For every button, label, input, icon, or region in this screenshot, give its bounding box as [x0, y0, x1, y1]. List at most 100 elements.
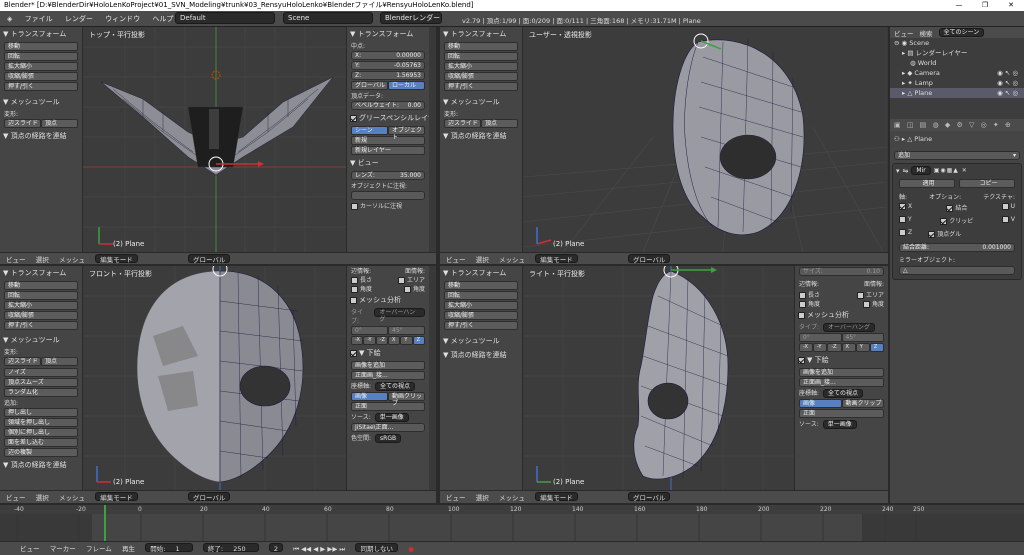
area-checkbox[interactable]: [397, 277, 405, 284]
mirror-axis-x[interactable]: X: [899, 203, 912, 212]
axis-y[interactable]: Y: [400, 336, 413, 345]
gp-new-button[interactable]: 新規: [351, 136, 425, 145]
bg-movie-toggle[interactable]: 動画クリップ: [388, 392, 425, 407]
maximize-button[interactable]: ❐: [972, 0, 998, 11]
outliner-row-renderlayers[interactable]: ▸ ▤ レンダーレイヤー: [890, 48, 1024, 58]
bg-axis-dropdown-2[interactable]: 全ての視点: [823, 389, 864, 398]
orientation-dropdown-4[interactable]: グローバル: [627, 492, 671, 502]
rotate-button[interactable]: 回転: [4, 52, 78, 61]
outliner-row-scene[interactable]: ⊖ ◉ Scene: [890, 38, 1024, 48]
header-view-menu-4[interactable]: ビュー: [446, 493, 466, 503]
end-frame-field[interactable]: 終了: 250: [202, 543, 259, 553]
outliner-search-menu[interactable]: 検索: [920, 28, 933, 38]
shrink-fatten-button-4[interactable]: 収縮/膨張: [444, 311, 518, 320]
bg-axis-dropdown[interactable]: 全ての視点: [375, 382, 416, 391]
angle-min-field[interactable]: 0°: [351, 326, 388, 335]
push-pull-button-3[interactable]: 押す/引く: [4, 321, 78, 330]
mesh-tools-title-4[interactable]: ▼ メッシュツール: [440, 334, 522, 348]
render-engine-dropdown[interactable]: Blenderレンダー: [380, 12, 442, 24]
mirror-axis-y-checkbox[interactable]: [899, 216, 906, 223]
slide-edge-button-3[interactable]: 辺スライド: [4, 357, 41, 366]
push-pull-button[interactable]: 押す/引く: [4, 82, 78, 91]
angle2-checkbox-2[interactable]: [862, 301, 870, 308]
shrink-fatten-button-2[interactable]: 収縮/膨張: [444, 72, 518, 81]
props-transform-title[interactable]: ▼ トランスフォーム: [347, 27, 429, 41]
rotate-button-2[interactable]: 回転: [444, 52, 518, 61]
viewport-top[interactable]: トップ・平行投影 (2) Plane: [83, 27, 346, 252]
gp-scene-toggle[interactable]: シーン: [351, 126, 388, 135]
mesh-analysis-title-2[interactable]: メッシュ分析: [795, 308, 888, 322]
mirror-vgroup-checkbox[interactable]: [928, 231, 936, 238]
mirror-v-checkbox[interactable]: [1001, 216, 1009, 223]
modifier-display-toggles[interactable]: ▣◉▦▲ ✕: [934, 167, 968, 174]
grease-pencil-checkbox[interactable]: [350, 114, 357, 122]
background-images-checkbox-2[interactable]: [798, 356, 805, 364]
noise-button[interactable]: ノイズ: [4, 368, 78, 377]
mirror-axis-z-checkbox[interactable]: [899, 229, 906, 236]
visibility-eye-icon[interactable]: ◉ ↖ ◎: [997, 68, 1018, 78]
header-view-menu-2[interactable]: ビュー: [446, 255, 466, 264]
properties-tabs[interactable]: ▣ ◫ ▤ ◍ ◆ ⚙ ▽ ◎ ✦ ⊕: [890, 119, 1024, 131]
sync-dropdown[interactable]: 同期しない: [355, 543, 398, 553]
move-button-3[interactable]: 移動: [4, 281, 78, 290]
mirror-axis-y[interactable]: Y: [899, 216, 912, 225]
mesh-tools-title-3[interactable]: ▼ メッシュツール: [0, 333, 82, 347]
outliner-display-dropdown[interactable]: 全てのシーン: [938, 28, 985, 37]
bg-movie-toggle-2[interactable]: 動画クリップ: [841, 399, 884, 408]
analysis-type-dropdown-2[interactable]: オーバーハング: [823, 323, 875, 332]
orientation-dropdown-3[interactable]: グローバル: [187, 492, 231, 502]
mesh-analysis-title[interactable]: メッシュ分析: [347, 293, 429, 307]
extrude-dropdown[interactable]: 押し出し: [4, 408, 78, 417]
outliner-row-plane[interactable]: ▸ △ Plane ◉ ↖ ◎: [890, 88, 1024, 98]
length-checkbox[interactable]: [351, 277, 358, 284]
add-image-button[interactable]: 画像を追加: [351, 361, 425, 370]
slide-vertex-button-3[interactable]: 頂点: [41, 357, 78, 366]
background-images-title-2[interactable]: ▼ 下絵: [795, 353, 888, 367]
shrink-fatten-button-3[interactable]: 収縮/膨張: [4, 311, 78, 320]
length-toggle[interactable]: 長さ: [351, 275, 372, 284]
vertex-path-title-4[interactable]: ▼ 頂点の経路を連結: [440, 348, 522, 362]
push-pull-button-4[interactable]: 押す/引く: [444, 321, 518, 330]
viewport-user[interactable]: ユーザー・透視投影 (2) Plane: [523, 27, 887, 252]
transform-panel-title-3[interactable]: ▼ トランスフォーム: [0, 266, 82, 280]
scale-button-3[interactable]: 拡大縮小: [4, 301, 78, 310]
shrink-fatten-button[interactable]: 収縮/膨張: [4, 72, 78, 81]
axis-neg-z-2[interactable]: -Z: [827, 343, 842, 352]
vertex-path-title-2[interactable]: ▼ 頂点の経路を連結: [440, 129, 522, 143]
area-divider-horizontal[interactable]: [0, 264, 888, 266]
timeline-frame-menu[interactable]: フレーム: [86, 544, 112, 555]
mirror-v-option[interactable]: V: [1001, 216, 1015, 225]
angle-max-field[interactable]: 45°: [388, 326, 425, 335]
viewport-right[interactable]: ライト・平行投影 (2) Plane: [523, 266, 794, 490]
header-view-menu-3[interactable]: ビュー: [6, 493, 26, 503]
bg-image-selector-2[interactable]: 正面: [799, 409, 884, 418]
bg-image-toggle-2[interactable]: 画像: [799, 399, 842, 408]
bg-image-toggle[interactable]: 画像: [351, 392, 388, 401]
angle2-checkbox[interactable]: [403, 286, 411, 293]
slide-vertex-button[interactable]: 頂点: [41, 119, 78, 128]
mesh-analysis-checkbox-2[interactable]: [798, 311, 805, 319]
angle-checkbox[interactable]: [351, 286, 358, 293]
angle-min-field-2[interactable]: 0°: [799, 333, 842, 342]
smooth-vertex-button[interactable]: 頂点スムーズ: [4, 378, 78, 387]
slide-edge-button-2[interactable]: 辺スライド: [444, 119, 481, 128]
transform-panel-title-4[interactable]: ▼ トランスフォーム: [440, 266, 522, 280]
mode-dropdown-4[interactable]: 編集モード: [535, 492, 578, 502]
close-button[interactable]: ✕: [998, 0, 1024, 11]
header-view-menu[interactable]: ビュー: [6, 255, 26, 264]
timeline[interactable]: -40 -20 0 20 40 60 80 100 120 140 160 180 200 220 240 2…: [0, 503, 1024, 543]
record-icon[interactable]: ●: [408, 544, 414, 555]
mirror-merge-option[interactable]: 結合: [946, 203, 967, 212]
header-mesh-menu[interactable]: メッシュ: [59, 255, 85, 264]
angle-checkbox-2[interactable]: [799, 301, 806, 308]
axis-z[interactable]: Z: [412, 336, 425, 345]
median-z-field[interactable]: Z: 1.56953: [351, 71, 425, 80]
source-dropdown-2[interactable]: 単一画像: [822, 420, 857, 429]
modifier-name-field[interactable]: Mir: [911, 166, 931, 175]
header-select-menu-3[interactable]: 選択: [36, 493, 49, 503]
orientation-dropdown-2[interactable]: グローバル: [627, 254, 671, 264]
blender-logo-icon[interactable]: ◈: [2, 11, 17, 27]
header-mesh-menu-3[interactable]: メッシュ: [59, 493, 85, 503]
move-button-2[interactable]: 移動: [444, 42, 518, 51]
outliner-row-world[interactable]: ◍ World: [890, 58, 1024, 68]
